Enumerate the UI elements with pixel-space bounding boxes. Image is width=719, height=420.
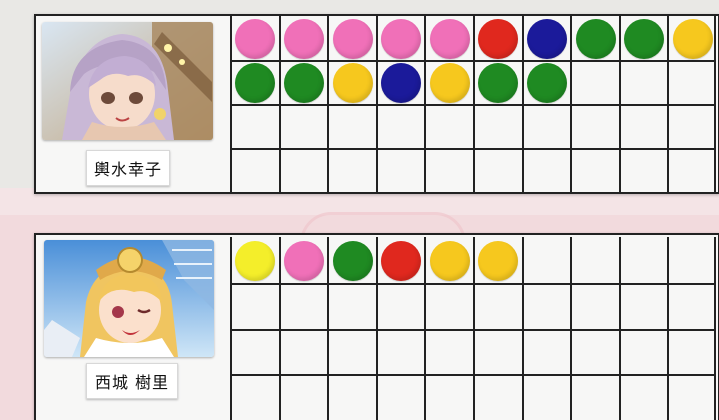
name-plate: 西城 樹里 (86, 363, 178, 399)
sticker-red (478, 19, 519, 59)
grid-line (230, 104, 716, 106)
sticker-pink (283, 240, 324, 281)
tally-board-juri: 西城 樹里 (34, 233, 719, 420)
sticker-pink (235, 19, 276, 59)
sticker-yellow (429, 240, 470, 281)
sticker-navy (526, 19, 567, 59)
sticker-green (575, 19, 616, 59)
name-plate: 輿水幸子 (86, 150, 170, 186)
sticker-pink (429, 19, 470, 59)
character-photo-juri (44, 240, 214, 357)
tally-grid (230, 237, 716, 420)
sticker-green (235, 63, 276, 103)
sticker-navy (381, 63, 422, 103)
sticker-green (478, 63, 519, 103)
sticker-green (332, 240, 373, 281)
character-illustration (42, 22, 213, 140)
sticker-yellow (332, 63, 373, 103)
character-photo-sachiko (42, 22, 213, 140)
sticker-red (381, 240, 422, 281)
sticker-green (283, 63, 324, 103)
character-illustration (44, 240, 214, 357)
sticker-yellow (478, 240, 519, 281)
sticker-pink (332, 19, 373, 59)
tally-grid (230, 16, 716, 192)
sticker-green (526, 63, 567, 103)
sticker-pink (283, 19, 324, 59)
sticker-yellow (672, 19, 713, 59)
grid-line (230, 148, 716, 150)
grid-line (230, 328, 716, 331)
sticker-green (624, 19, 665, 59)
tally-board-sachiko: 輿水幸子 (34, 14, 719, 194)
sticker-lemon (235, 240, 276, 281)
sticker-yellow (429, 63, 470, 103)
sticker-pink (381, 19, 422, 59)
grid-line (230, 374, 716, 377)
grid-line (230, 60, 716, 62)
grid-line (230, 282, 716, 285)
